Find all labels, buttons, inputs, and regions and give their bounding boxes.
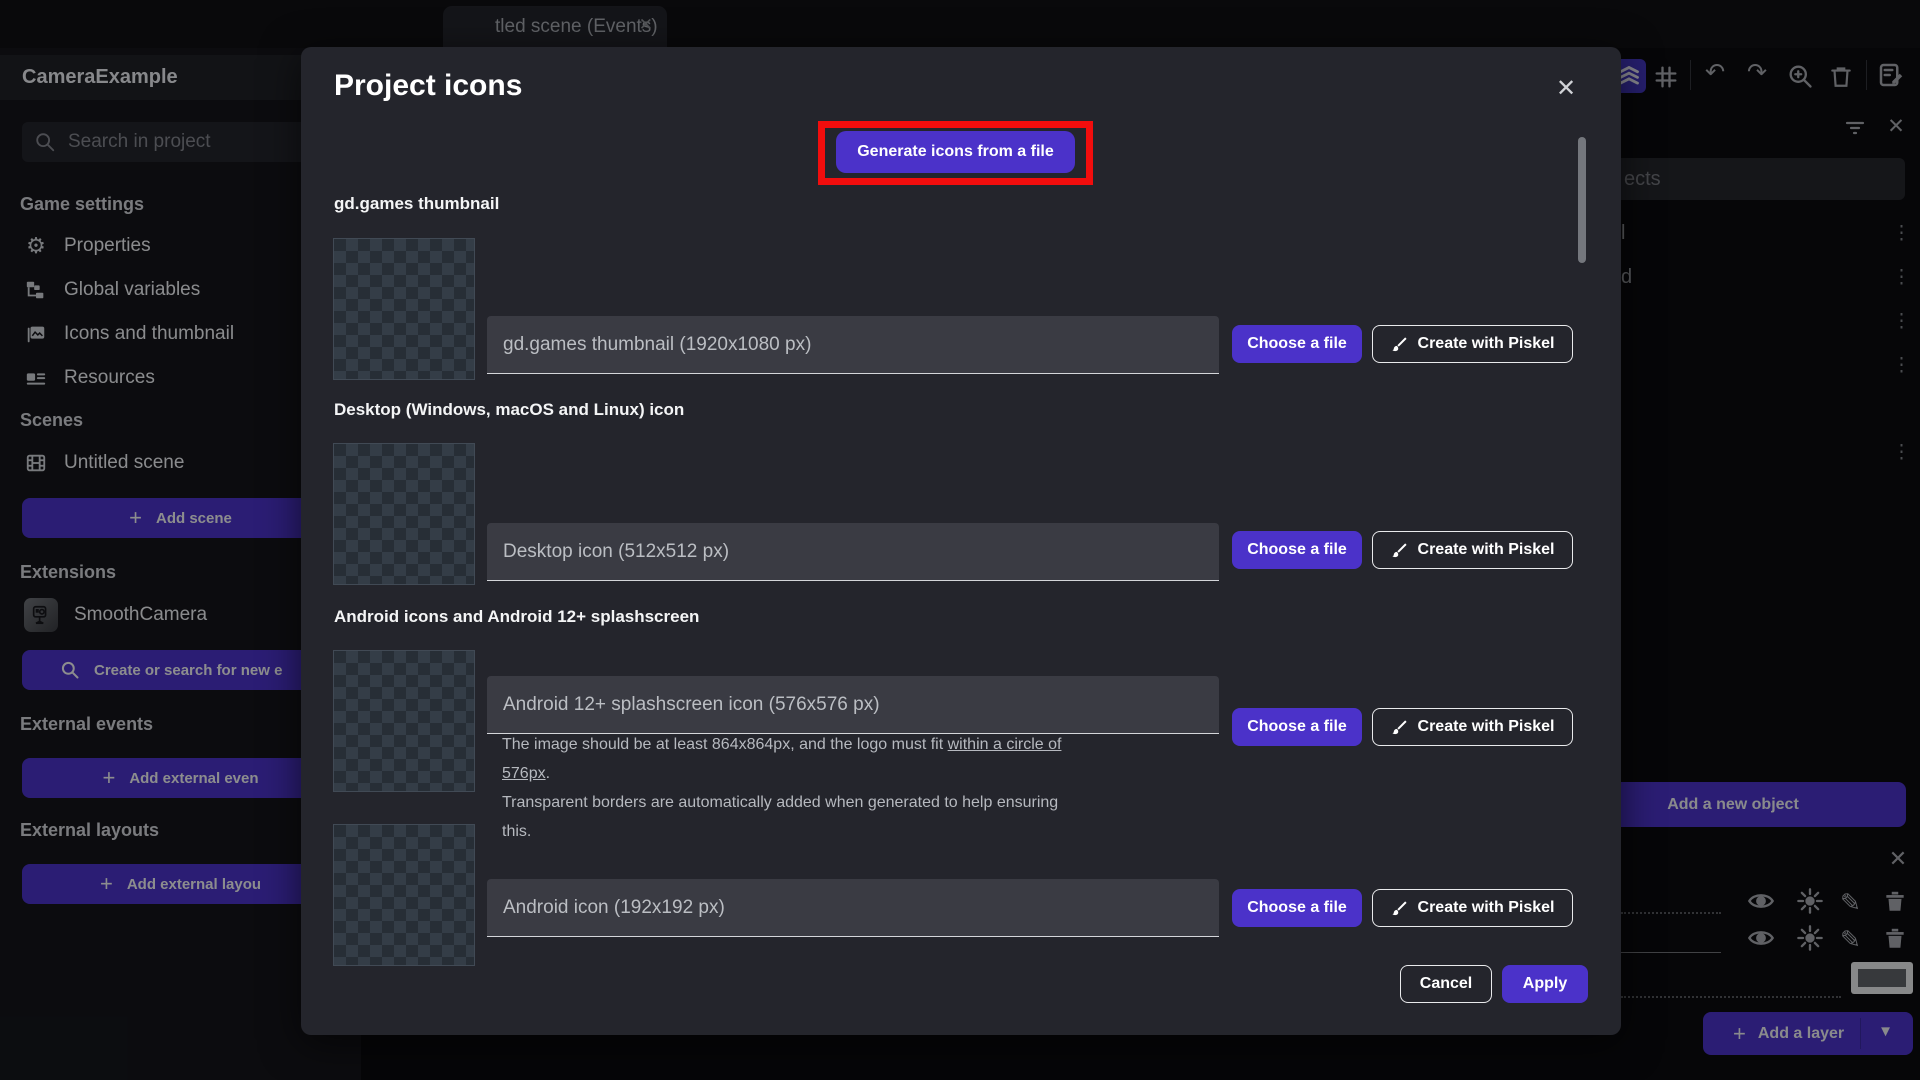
gdevelop-window: tled scene (Events) ✕ CameraExample Game… (0, 0, 1920, 1080)
brush-icon (1391, 542, 1407, 557)
project-icons-dialog: Project icons ✕ Generate icons from a fi… (301, 47, 1621, 1035)
thumbnail-preview-gdgames (333, 238, 475, 380)
section-label-gdgames: gd.games thumbnail (334, 194, 500, 213)
button-label: Choose a file (1247, 541, 1347, 558)
helper-text: . (545, 765, 551, 782)
brush-icon (1391, 336, 1407, 351)
choose-file-button[interactable]: Choose a file (1232, 325, 1362, 363)
button-label: Create with Piskel (1417, 718, 1555, 735)
desktop-icon-field[interactable] (487, 523, 1219, 581)
create-with-piskel-button[interactable]: Create with Piskel (1372, 325, 1573, 363)
gdgames-thumbnail-field[interactable] (487, 316, 1219, 374)
dialog-scrollbar-thumb[interactable] (1578, 137, 1586, 263)
section-label-android: Android icons and Android 12+ splashscre… (334, 607, 700, 626)
apply-button[interactable]: Apply (1502, 965, 1588, 1003)
button-label: Apply (1522, 975, 1568, 992)
thumbnail-preview-splashscreen (333, 650, 475, 792)
splashscreen-helper-text: The image should be at least 864x864px, … (502, 730, 1082, 846)
android-icon-field[interactable] (487, 879, 1219, 937)
button-label: Cancel (1419, 975, 1473, 992)
choose-file-button[interactable]: Choose a file (1232, 531, 1362, 569)
button-label: Choose a file (1247, 335, 1347, 352)
cancel-button[interactable]: Cancel (1400, 965, 1492, 1003)
dialog-title: Project icons (334, 69, 523, 102)
create-with-piskel-button[interactable]: Create with Piskel (1372, 708, 1573, 746)
create-with-piskel-button[interactable]: Create with Piskel (1372, 531, 1573, 569)
button-label: Create with Piskel (1417, 541, 1555, 558)
brush-icon (1391, 900, 1407, 915)
helper-text: Transparent borders are automatically ad… (502, 794, 1059, 840)
choose-file-button[interactable]: Choose a file (1232, 708, 1362, 746)
create-with-piskel-button[interactable]: Create with Piskel (1372, 889, 1573, 927)
button-label: Create with Piskel (1417, 899, 1555, 916)
button-label: Choose a file (1247, 718, 1347, 735)
section-label-desktop: Desktop (Windows, macOS and Linux) icon (334, 400, 685, 419)
button-label: Create with Piskel (1417, 335, 1555, 352)
brush-icon (1391, 719, 1407, 734)
helper-text: The image should be at least 864x864px, … (502, 736, 948, 753)
android-splashscreen-field[interactable] (487, 676, 1219, 734)
thumbnail-preview-android-icon (333, 824, 475, 966)
button-label: Choose a file (1247, 899, 1347, 916)
choose-file-button[interactable]: Choose a file (1232, 889, 1362, 927)
dialog-close-icon[interactable]: ✕ (1549, 71, 1583, 105)
generate-icons-button[interactable]: Generate icons from a file (836, 131, 1075, 173)
thumbnail-preview-desktop (333, 443, 475, 585)
button-label: Generate icons from a file (857, 143, 1054, 160)
